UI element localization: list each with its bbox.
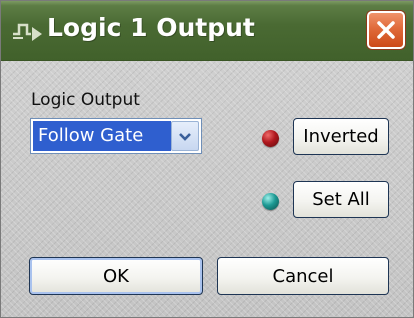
logic-output-select[interactable]: Follow Gate (30, 118, 202, 154)
inverted-button[interactable]: Inverted (293, 118, 389, 155)
logic-signal-icon (11, 20, 47, 44)
window-title: Logic 1 Output (47, 13, 255, 42)
logic-output-dialog: Logic 1 Output Logic Output Follow Gate … (0, 0, 414, 318)
set-all-status-led (262, 193, 279, 210)
set-all-button[interactable]: Set All (293, 181, 389, 218)
close-button[interactable] (367, 11, 405, 49)
close-icon (377, 21, 395, 39)
cancel-button[interactable]: Cancel (217, 257, 389, 295)
inverted-status-led (262, 130, 279, 147)
logic-output-label: Logic Output (31, 90, 140, 110)
title-bar[interactable]: Logic 1 Output (1, 1, 413, 61)
dropdown-arrow-button[interactable] (171, 121, 199, 151)
chevron-down-icon (179, 133, 191, 141)
logic-output-selected-value: Follow Gate (33, 121, 171, 151)
ok-button[interactable]: OK (29, 257, 203, 295)
